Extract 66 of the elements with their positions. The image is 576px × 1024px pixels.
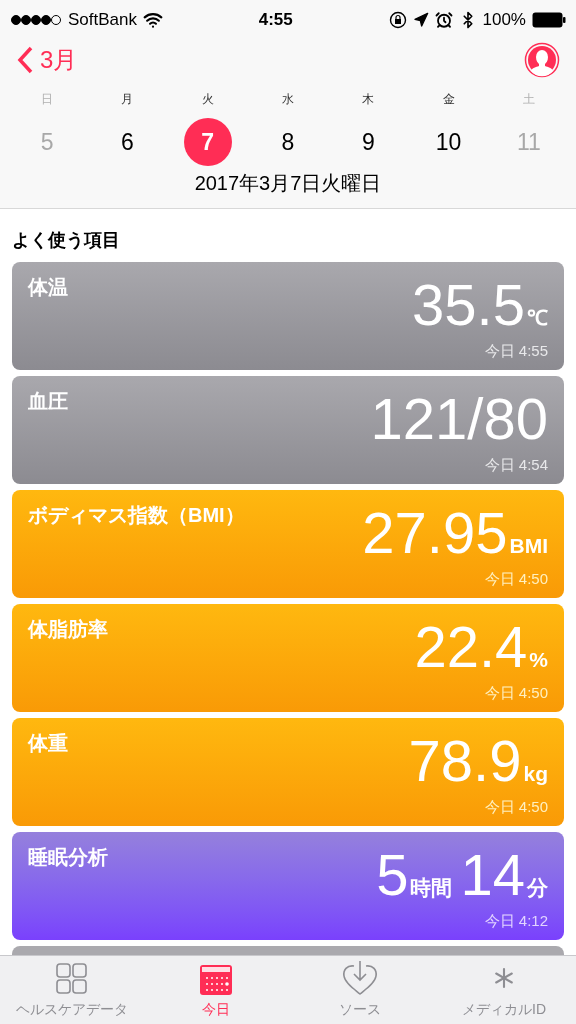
calendar-icon: [199, 964, 233, 996]
value-number: 27.95: [362, 504, 508, 562]
wifi-icon: [143, 10, 163, 30]
health-card[interactable]: ボディマス指数（BMI） 27.95 BMI 今日 4:50: [12, 490, 564, 598]
chevron-left-icon: [16, 45, 34, 75]
back-button[interactable]: 3月: [16, 42, 78, 78]
health-card[interactable]: 血圧 121/80 今日 4:54: [12, 376, 564, 484]
date-button[interactable]: 10: [424, 118, 473, 166]
alarm-icon: [434, 11, 453, 29]
card-title: 体重: [28, 731, 68, 756]
selected-date-label: 2017年3月7日火曜日: [193, 171, 383, 196]
health-card[interactable]: 体温 35.5℃ 今日 4:55: [12, 262, 564, 370]
tab-button[interactable]: ヘルスケアデータ: [0, 956, 144, 1024]
date-button[interactable]: 8: [264, 118, 312, 166]
value-number: 35.5: [412, 276, 525, 334]
card-title: 体脂肪率: [28, 617, 108, 642]
weekday-label: 水: [282, 91, 294, 108]
weekday-label: 土: [522, 91, 535, 108]
date-button[interactable]: 7: [183, 118, 232, 166]
weekday-label: 木: [362, 91, 375, 108]
value-number: 5: [376, 846, 409, 904]
card-title: ボディマス指数（BMI）: [28, 503, 245, 528]
date-button[interactable]: 5: [23, 118, 72, 166]
value-number: 78.9: [408, 732, 522, 790]
card-time: 今日 4:12: [484, 911, 548, 931]
date-button[interactable]: 6: [103, 118, 152, 166]
weekday-label: 月: [121, 91, 134, 108]
health-card[interactable]: 体重 78.9 kg 今日 4:50: [12, 718, 564, 826]
battery-percent: 100%: [482, 9, 526, 32]
tab-button[interactable]: メディカルID: [432, 956, 576, 1024]
value-number: 14: [460, 846, 525, 904]
location-icon: [412, 12, 429, 28]
signal-icon: [10, 14, 62, 26]
value-unit: kg: [523, 763, 548, 784]
card-title: 睡眠分析: [28, 845, 108, 870]
heart-download-icon: [341, 960, 379, 996]
carrier-label: SoftBank: [68, 9, 137, 32]
clock-time: 4:55: [258, 9, 293, 32]
value-number: 22.4: [414, 618, 528, 676]
date-button[interactable]: 9: [344, 118, 393, 166]
card-title: 体温: [28, 275, 68, 300]
date-button[interactable]: 11: [504, 118, 553, 166]
value-number: 121/80: [370, 390, 548, 448]
value-unit: %: [529, 649, 548, 670]
rotation-lock-icon: [388, 11, 407, 29]
value-unit: 分: [527, 877, 548, 898]
card-title: 血圧: [28, 389, 68, 414]
tab-button[interactable]: ソース: [288, 956, 432, 1024]
card-time: 今日 4:50: [484, 797, 548, 817]
value-unit: ℃: [527, 307, 548, 328]
card-time: 今日 4:54: [484, 455, 548, 475]
card-time: 今日 4:55: [484, 341, 548, 361]
value-unit: BMI: [509, 535, 548, 556]
section-title: よく使う項目: [12, 229, 121, 252]
health-card[interactable]: 体脂肪率 22.4% 今日 4:50: [12, 604, 564, 712]
weekday-label: 火: [201, 91, 214, 108]
weekday-label: 日: [41, 91, 54, 108]
weekday-label: 金: [442, 91, 455, 108]
card-time: 今日 4:50: [484, 569, 548, 589]
card-time: 今日 4:50: [484, 683, 548, 703]
value-unit: 時間: [410, 877, 453, 898]
health-card[interactable]: 睡眠分析 5時間 14分 今日 4:12: [12, 832, 564, 940]
tab-button[interactable]: 今日: [144, 956, 288, 1024]
grid-icon: [55, 962, 89, 996]
battery-icon: [532, 12, 566, 28]
profile-icon[interactable]: [524, 42, 560, 78]
